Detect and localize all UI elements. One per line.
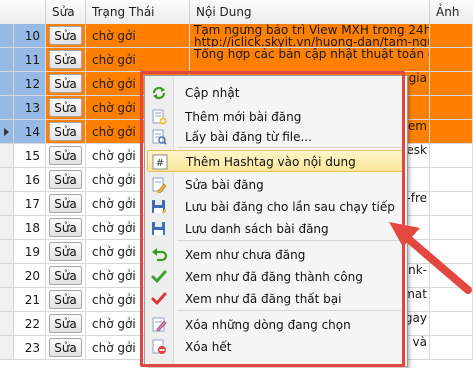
red-arrow-icon xyxy=(389,222,472,294)
